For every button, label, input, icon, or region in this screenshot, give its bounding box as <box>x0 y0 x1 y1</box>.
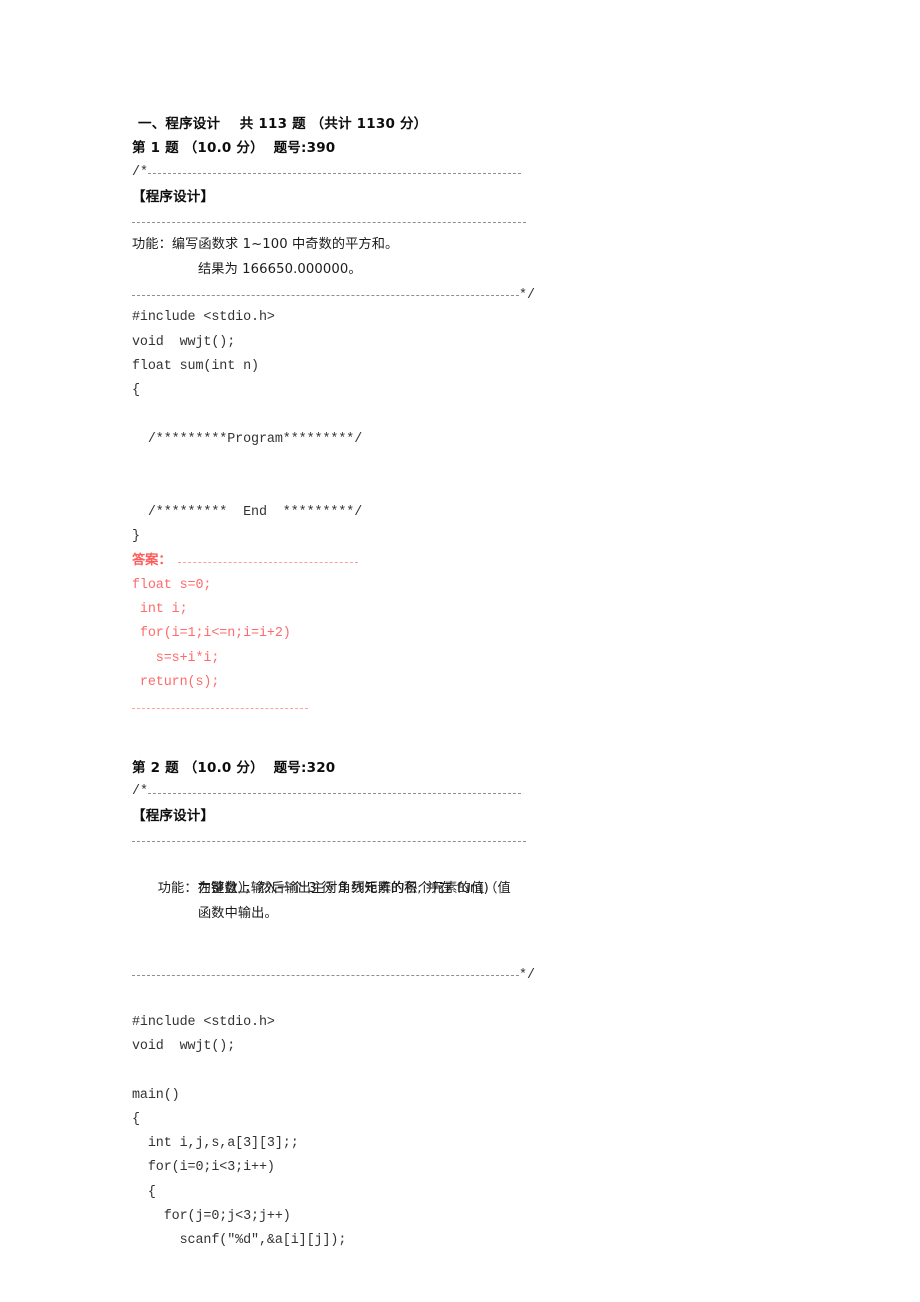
problem-2-comment-close-rule: */ <box>132 962 792 986</box>
problem-1-comment-open-rule: /* <box>132 161 792 185</box>
problem-2-code-line: { <box>132 1111 140 1127</box>
answer-label: 答案： <box>132 553 172 569</box>
dashed-rule <box>132 221 526 223</box>
problem-1-comment-close-rule: */ <box>132 282 792 306</box>
problem-1-code-line: { <box>132 383 140 399</box>
problem-1-answer-line: float s=0; <box>132 577 212 593</box>
problem-2-spec-line-3: 函数中输出。 <box>198 905 278 921</box>
problem-2-code-line: main() <box>132 1087 180 1103</box>
dashed-rule-red <box>132 707 308 709</box>
dashed-rule <box>148 173 522 175</box>
comment-close-token: */ <box>519 968 536 984</box>
problem-1-answer-line: return(s); <box>132 674 220 690</box>
problem-2-code-line: scanf("%d",&a[i][j]); <box>132 1233 347 1249</box>
problem-1-answer-line: for(i=1;i<=n;i=i+2) <box>132 626 291 642</box>
problem-1-spec-line-1: 功能：编写函数求 1~100 中奇数的平方和。 <box>132 237 399 253</box>
problem-2-code-line: { <box>132 1184 156 1200</box>
problem-1-code-line: } <box>132 529 140 545</box>
dashed-rule-red <box>177 561 358 563</box>
problem-1-code-line: /*********Program*********/ <box>132 431 363 447</box>
problem-1-answer-line: s=s+i*i; <box>132 650 220 666</box>
comment-open-token: /* <box>132 164 149 180</box>
document-page: 一、程序设计 共 113 题 （共计 1130 分） 第 1 题 （10.0 分… <box>0 0 920 1302</box>
problem-1-code-line: float sum(int n) <box>132 358 259 374</box>
problem-2-code-line: int i,j,s,a[3][3];; <box>132 1136 299 1152</box>
problem-1-title: 第 1 题 （10.0 分） 题号:390 <box>132 140 336 157</box>
problem-1-answer-footer-rule <box>132 695 792 719</box>
problem-2-title: 第 2 题 （10.0 分） 题号:320 <box>132 759 336 776</box>
problem-2-code-line: void wwjt(); <box>132 1038 236 1054</box>
section-heading: 一、程序设计 共 113 题 （共计 1130 分） <box>138 116 428 132</box>
dashed-rule <box>132 974 519 976</box>
problem-1-answer-line: int i; <box>132 601 188 617</box>
problem-1-tag: 【程序设计】 <box>132 188 215 205</box>
problem-2-comment-open-rule: /* <box>132 780 792 804</box>
dashed-rule <box>148 792 522 794</box>
dashed-rule <box>132 841 526 843</box>
problem-2-tag: 【程序设计】 <box>132 808 215 825</box>
problem-1-divider-rule <box>132 209 792 233</box>
document-content: 一、程序设计 共 113 题 （共计 1130 分） 第 1 题 （10.0 分… <box>132 112 792 1254</box>
problem-1-answer-header: 答案： <box>132 549 792 573</box>
problem-2-divider-rule <box>132 829 792 853</box>
problem-1-spec-line-2: 结果为 166650.000000。 <box>198 261 362 277</box>
problem-2-spec-line-2: 为整数），然后输出主对角线元素的积, 并在 fun() <box>198 881 489 897</box>
comment-open-token: /* <box>132 784 149 800</box>
problem-2-code-line: for(j=0;j<3;j++) <box>132 1209 291 1225</box>
spec-label: 功能： <box>157 881 198 897</box>
problem-1-code-line: void wwjt(); <box>132 334 236 350</box>
dashed-rule <box>132 294 519 296</box>
problem-2-spec-line-1: 功能：在键盘上输入一个 3 行 3 列矩阵的各个元素的值（值 <box>132 853 792 896</box>
problem-1-code-line: #include <stdio.h> <box>132 310 275 326</box>
problem-1-code-line: /********* End *********/ <box>132 504 363 520</box>
problem-2-code-line: for(i=0;i<3;i++) <box>132 1160 275 1176</box>
comment-close-token: */ <box>519 288 536 304</box>
problem-2-code-line: #include <stdio.h> <box>132 1014 275 1030</box>
